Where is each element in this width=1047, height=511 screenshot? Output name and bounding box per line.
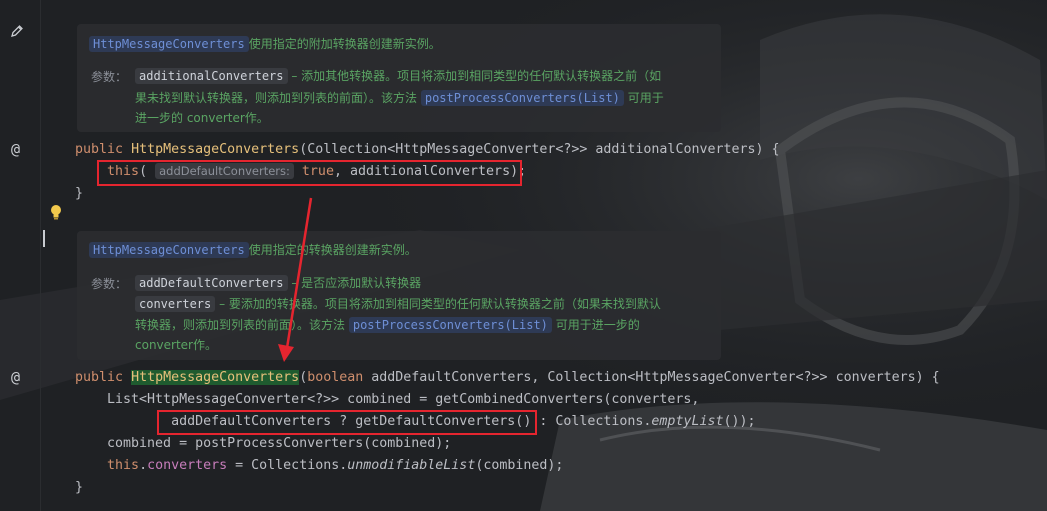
annotation-arrow bbox=[278, 197, 313, 362]
